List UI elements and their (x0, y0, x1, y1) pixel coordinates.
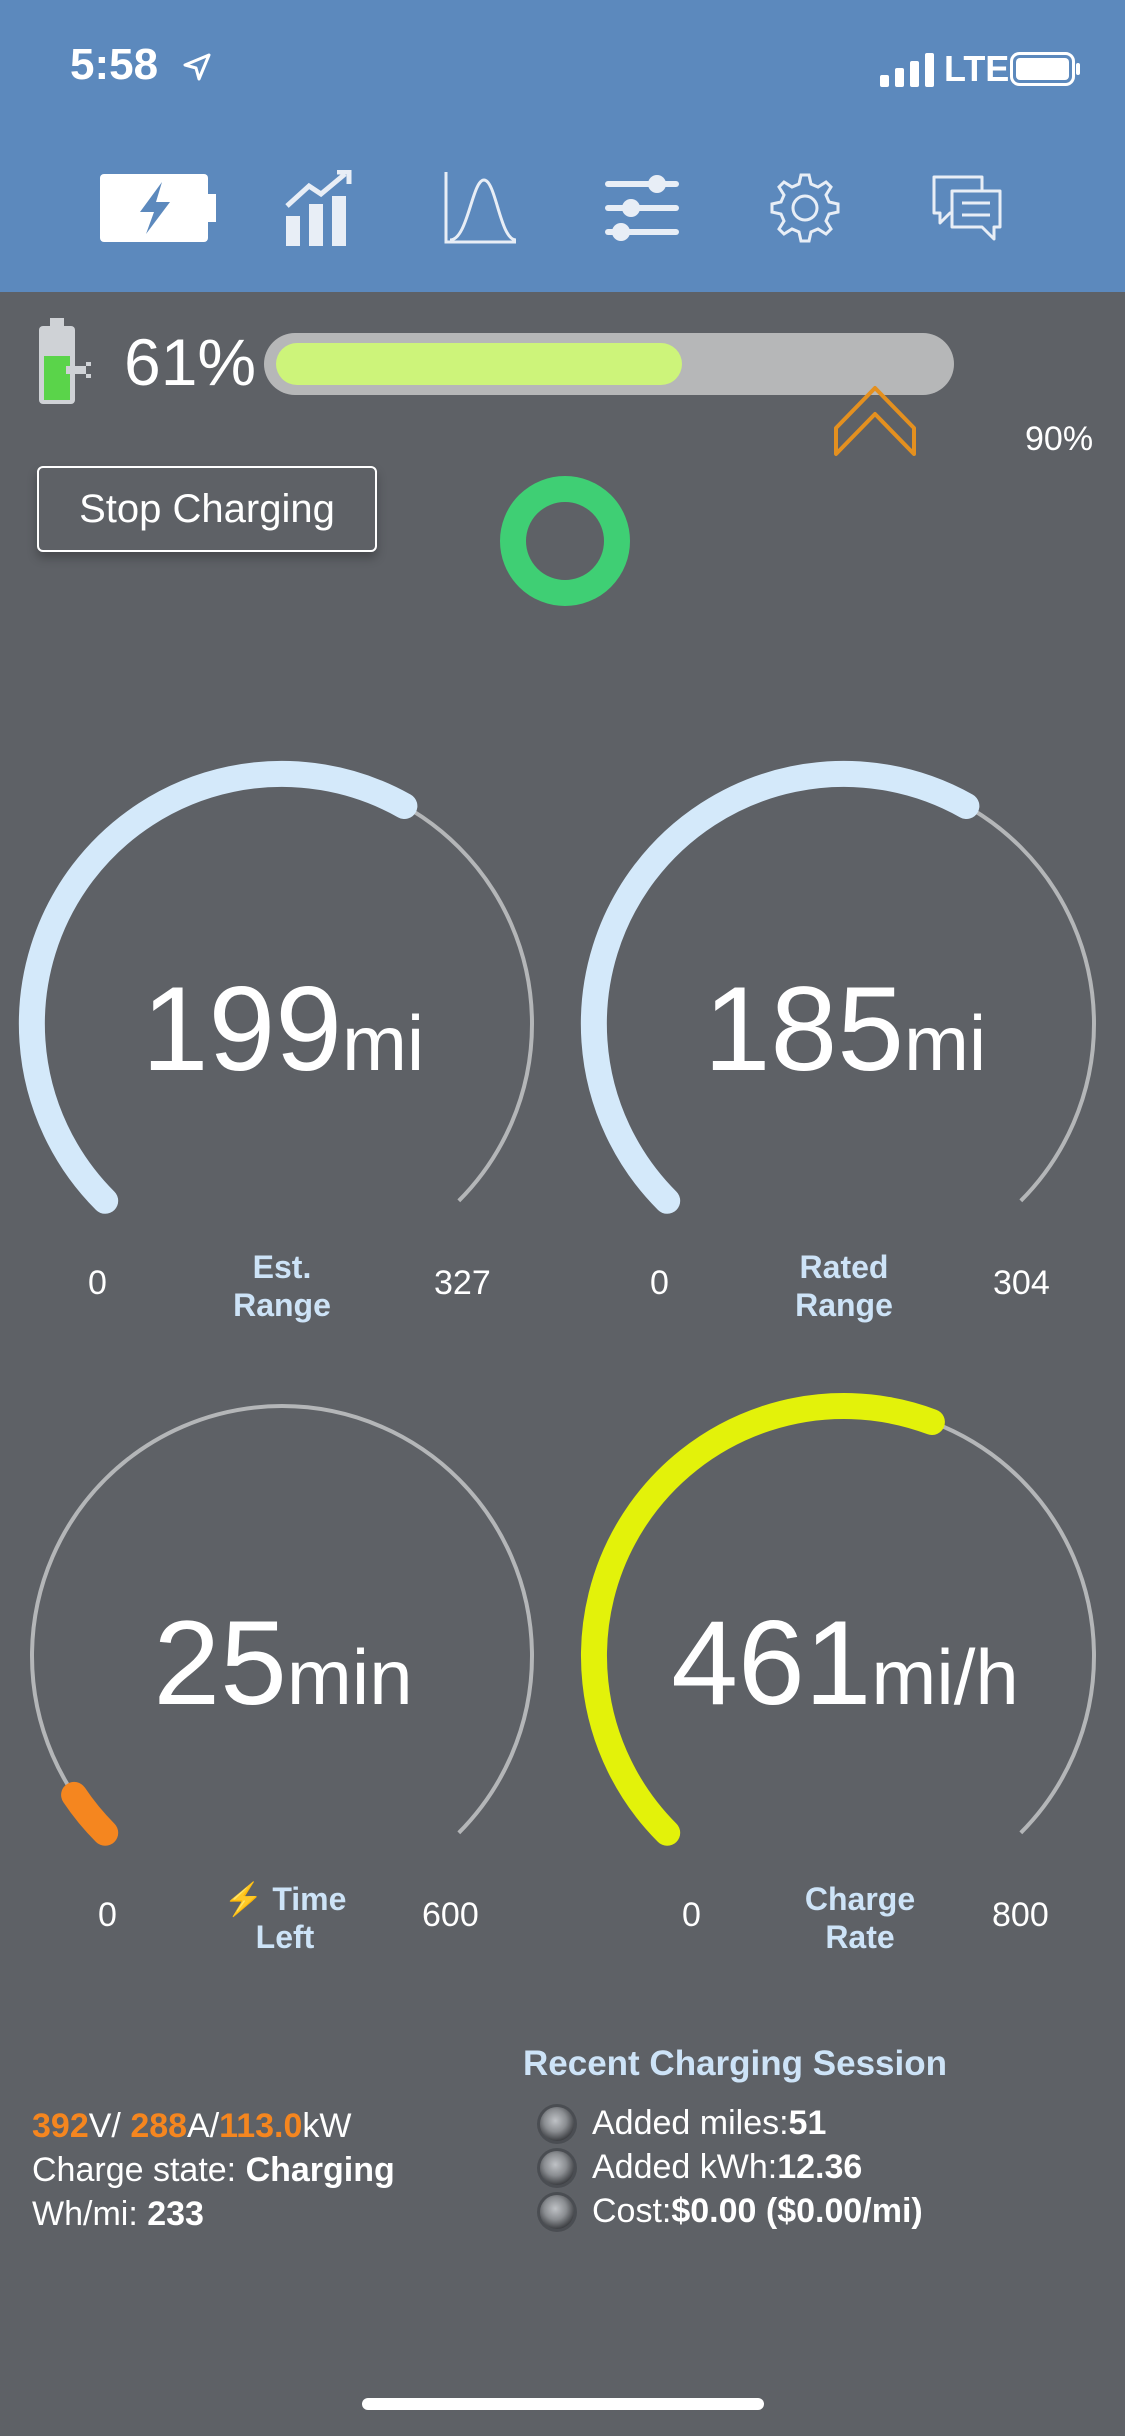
signal-bars-icon (880, 53, 934, 87)
power-readout: 392V/ 288A/113.0kW (32, 2107, 352, 2145)
tab-controls[interactable] (582, 168, 702, 248)
session-row-miles: Added miles: 51 (540, 2104, 826, 2143)
time-left-label: ⚡ Time Left (223, 1881, 347, 1955)
charge-limit-label: 90% (1025, 420, 1094, 458)
status-time: 5:58 (70, 40, 159, 89)
chat-bubbles-icon (932, 175, 1002, 241)
battery-plug-icon (39, 318, 91, 404)
est-range-value: 199mi (141, 962, 425, 1096)
lightning-icon: ⚡ (223, 1881, 264, 1917)
curve-chart-icon (444, 172, 517, 244)
session-row-cost: Cost: $0.00 ($0.00/mi) (540, 2192, 923, 2231)
charge-rate-max: 800 (992, 1896, 1049, 1934)
est-range-label: Est. Range (233, 1249, 331, 1323)
session-row-kwh: Added kWh: 12.36 (540, 2148, 862, 2187)
time-left-min: 0 (98, 1896, 117, 1934)
status-battery-icon (1010, 52, 1080, 86)
est-range-min: 0 (88, 1264, 107, 1302)
battery-bolt-icon (100, 174, 216, 242)
time-left-max: 600 (422, 1896, 479, 1934)
time-left-value: 25min (153, 1596, 413, 1730)
rated-range-max: 304 (993, 1264, 1050, 1302)
bullet-icon (540, 2150, 574, 2185)
charge-rate-value: 461mi/h (671, 1596, 1019, 1730)
tab-curve[interactable] (420, 168, 540, 248)
wh-per-mile: Wh/mi: 233 (32, 2195, 204, 2233)
rated-range-label: Rated Range (795, 1249, 893, 1323)
sliders-icon (605, 175, 679, 241)
charge-rate-min: 0 (682, 1896, 701, 1934)
top-header: 5:58 LTE (0, 0, 1125, 292)
session-title: Recent Charging Session (523, 2044, 947, 2083)
bullet-icon (540, 2106, 574, 2141)
network-type: LTE (944, 48, 1010, 89)
gauge-progress-arc (61, 1781, 119, 1846)
rated-range-min: 0 (650, 1264, 669, 1302)
battery-level-fill (276, 343, 682, 385)
charge-limit-handle[interactable] (832, 374, 918, 458)
tab-graphs[interactable] (258, 168, 378, 248)
charging-status-ring (500, 476, 630, 606)
electrical-info: 392V/ 288A/113.0kW Charge state: Chargin… (32, 2104, 395, 2236)
gear-icon (770, 173, 840, 243)
tab-charging[interactable] (98, 168, 218, 248)
stop-charging-button[interactable]: Stop Charging (37, 466, 377, 552)
bullet-icon (540, 2194, 574, 2229)
home-indicator[interactable] (362, 2398, 764, 2410)
tab-messages[interactable] (907, 168, 1027, 248)
charge-state: Charge state: Charging (32, 2151, 395, 2189)
est-range-max: 327 (434, 1264, 491, 1302)
tab-settings[interactable] (745, 168, 865, 248)
battery-percent: 61% (124, 325, 257, 399)
rated-range-value: 185mi (703, 962, 987, 1096)
location-arrow-icon (183, 53, 211, 81)
bar-chart-icon (285, 170, 352, 246)
charge-rate-label: Charge Rate (804, 1881, 916, 1955)
status-bar: 5:58 LTE (0, 0, 1125, 130)
